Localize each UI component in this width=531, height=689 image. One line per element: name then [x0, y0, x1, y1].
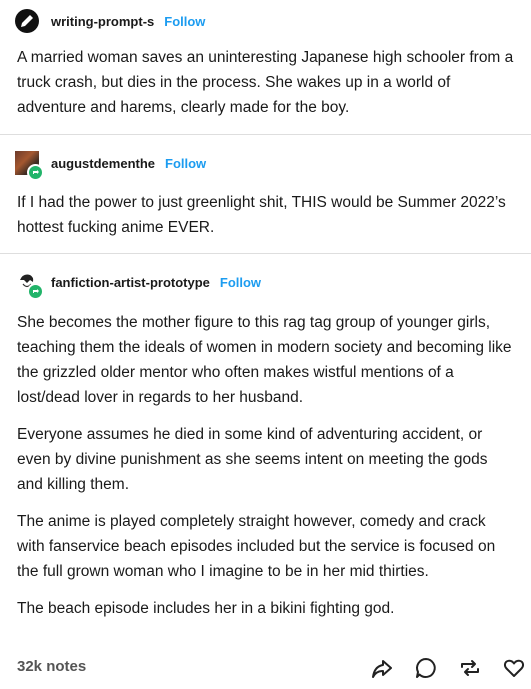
paragraph: She becomes the mother figure to this ra… [17, 314, 512, 406]
paragraph: Everyone assumes he died in some kind of… [17, 426, 488, 493]
notes-count[interactable]: 32k notes [17, 658, 86, 675]
post-header-3: fanfiction-artist-prototype Follow [15, 267, 261, 300]
follow-button[interactable]: Follow [220, 275, 261, 290]
reblog-badge-icon [27, 164, 44, 181]
paragraph: The anime is played completely straight … [17, 513, 496, 580]
reply-button[interactable] [412, 654, 440, 682]
avatar[interactable] [15, 270, 44, 300]
avatar[interactable] [15, 151, 44, 181]
post-header-2: augustdementhe Follow [15, 148, 206, 181]
share-button[interactable] [368, 654, 396, 682]
reblog-icon [461, 660, 479, 676]
paragraph: If I had the power to just greenlight sh… [17, 194, 506, 236]
reblog-badge-icon [27, 283, 44, 300]
username[interactable]: writing-prompt-s [51, 14, 154, 29]
pen-nib-icon [21, 15, 33, 27]
tumblr-post: writing-prompt-s Follow A married woman … [0, 0, 531, 689]
reblog-button[interactable] [456, 654, 484, 682]
share-icon [372, 660, 392, 678]
username[interactable]: fanfiction-artist-prototype [51, 275, 210, 290]
divider [0, 134, 531, 135]
divider [0, 253, 531, 254]
like-button[interactable] [500, 654, 528, 682]
follow-button[interactable]: Follow [165, 156, 206, 171]
post-body-1: A married woman saves an uninteresting J… [17, 45, 517, 132]
paragraph: The beach episode includes her in a biki… [17, 600, 395, 617]
post-body-3: She becomes the mother figure to this ra… [17, 310, 517, 633]
username[interactable]: augustdementhe [51, 156, 155, 171]
paragraph: A married woman saves an uninteresting J… [17, 49, 514, 116]
post-actions [368, 654, 528, 682]
like-icon [503, 659, 525, 677]
post-header-1: writing-prompt-s Follow [15, 6, 205, 36]
avatar[interactable] [15, 9, 39, 33]
post-body-2: If I had the power to just greenlight sh… [17, 190, 517, 252]
reply-icon [416, 658, 436, 678]
follow-button[interactable]: Follow [164, 14, 205, 29]
